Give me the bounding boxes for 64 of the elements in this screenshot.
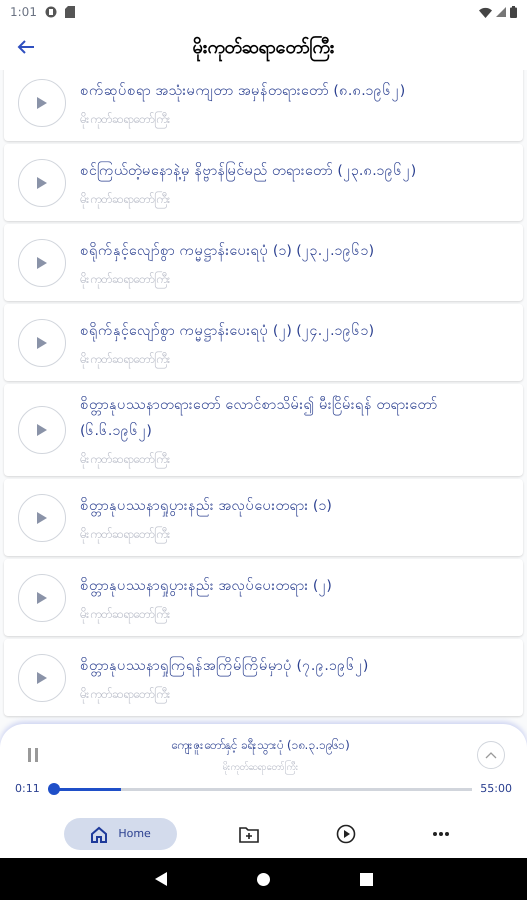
track-card[interactable]: စင်ကြယ်တဲ့မနောနဲ့မှ နိဗ္ဗာန်မြင်မည် တရားတော် (၂၃.၈.၁၉၆၂) မိုးကုတ်ဆရာတော်ကြီး — [4, 144, 523, 221]
track-speaker: မိုးကုတ်ဆရာတော်ကြီး — [80, 190, 416, 208]
track-speaker: မိုးကုတ်ဆရာတော်ကြီး — [80, 450, 513, 468]
track-speaker: မိုးကုတ်ဆရာတော်ကြီး — [80, 524, 332, 542]
play-button[interactable] — [18, 238, 66, 286]
track-title: စင်ကြယ်တဲ့မနောနဲ့မှ နိဗ္ဗာန်မြင်မည် တရားတော် (၂၃.၈.၁၉၆၂) — [80, 158, 416, 184]
sd-card-icon — [64, 6, 75, 18]
track-card[interactable]: စိတ္တာနုပဿနာတရားတော် လောင်စာသိမ်း၍ မီးငြိမ်းရန် တရားတော် (၆.၆.၁၉၆၂) မိုးကုတ်ဆရာတော်ကြီး — [4, 384, 523, 476]
play-button[interactable] — [18, 494, 66, 542]
system-home-icon[interactable] — [256, 872, 270, 886]
signal-icon — [496, 7, 506, 17]
seek-thumb[interactable] — [48, 783, 60, 795]
now-playing-title: ကျေးဇူးတော်နှင့် ခရီးသွားပုံ (၁၈.၃.၁၉၆၁) — [171, 736, 350, 754]
track-card[interactable]: စရိုက်နှင့်လျော်စွာ ကမ္မဋ္ဌာန်းပေးရပုံ (၁) (၂၃.၂.၁၉၆၁) မိုးကုတ်ဆရာတော်ကြီး — [4, 224, 523, 301]
track-title: စရိုက်နှင့်လျော်စွာ ကမ္မဋ္ဌာန်းပေးရပုံ (၁) (၂၃.၂.၁၉၆၁) — [80, 238, 374, 264]
track-title: စက်ဆုပ်စရာ အသုံးမကျတာ အမှန်တရားတော် (၈.၈.၁၉၆၂) — [80, 78, 406, 104]
track-speaker: မိုးကုတ်ဆရာတော်ကြီး — [80, 350, 374, 368]
nav-tab[interactable]: Home — [64, 818, 177, 850]
back-arrow-icon — [17, 39, 35, 55]
folder-plus-icon — [239, 826, 260, 842]
home-icon — [90, 826, 108, 842]
track-title: စိတ္တာနုပဿနာတရားတော် လောင်စာသိမ်း၍ မီးငြိမ်းရန် တရားတော် (၆.၆.၁၉၆၂) — [80, 392, 513, 444]
track-card[interactable]: စိတ္တာနုပဿနာရှုကြရန်အကြိမ်ကြိမ်မှာပုံ (၇.၉.၁၉၆၂) မိုးကုတ်ဆရာတော်ကြီး — [4, 639, 523, 716]
track-title: စိတ္တာနုပဿနာရှုပွားနည်း အလုပ်ပေးတရား (၂) — [80, 572, 332, 598]
play-icon — [37, 512, 47, 524]
play-button[interactable] — [18, 78, 66, 126]
track-card[interactable]: စိတ္တာနုပဿနာရှုပွားနည်း အလုပ်ပေးတရား (၁) မိုးကုတ်ဆရာတော်ကြီး — [4, 479, 523, 556]
track-speaker: မိုးကုတ်ဆရာတော်ကြီး — [80, 270, 374, 288]
status-time: 1:01 — [10, 4, 37, 21]
play-icon — [37, 256, 47, 268]
track-card[interactable]: စရိုက်နှင့်လျော်စွာ ကမ္မဋ္ဌာန်းပေးရပုံ (၂) (၂၄.၂.၁၉၆၁) မိုးကုတ်ဆရာတော်ကြီး — [4, 304, 523, 381]
total-duration: 55:00 — [480, 780, 512, 797]
track-title: စရိုက်နှင့်လျော်စွာ ကမ္မဋ္ဌာန်းပေးရပုံ (၂) (၂၄.၂.၁၉၆၁) — [80, 318, 374, 344]
wifi-icon — [479, 6, 492, 18]
play-button[interactable] — [18, 406, 66, 454]
system-recents-icon[interactable] — [360, 872, 372, 886]
screen-title: မိုးကုတ်ဆရာတော်ကြီး — [192, 34, 334, 60]
play-button[interactable] — [18, 654, 66, 702]
system-back-icon[interactable] — [154, 872, 166, 886]
play-icon — [37, 672, 47, 684]
play-icon — [37, 176, 47, 188]
pause-icon — [27, 748, 39, 762]
play-icon — [37, 592, 47, 604]
more-icon — [432, 832, 449, 836]
notification-icon — [44, 6, 57, 18]
track-title: စိတ္တာနုပဿနာရှုကြရန်အကြိမ်ကြိမ်မှာပုံ (၇.၉.၁၉၆၂) — [80, 652, 368, 678]
track-speaker: မိုးကုတ်ဆရာတော်ကြီး — [80, 110, 406, 128]
battery-icon — [510, 6, 517, 18]
track-card[interactable]: စိတ္တာနုပဿနာရှုပွားနည်း အလုပ်ပေးတရား (၂) မိုးကုတ်ဆရာတော်ကြီး — [4, 559, 523, 636]
chevron-up-icon — [485, 752, 497, 758]
play-icon — [37, 424, 47, 436]
track-title: စိတ္တာနုပဿနာရှုပွားနည်း အလုပ်ပေးတရား (၁) — [80, 492, 332, 518]
play-button[interactable] — [18, 318, 66, 366]
seek-bar[interactable] — [48, 783, 472, 795]
track-speaker: မိုးကုတ်ဆရာတော်ကြီး — [80, 684, 368, 702]
track-card[interactable]: စက်ဆုပ်စရာ အသုံးမကျတာ အမှန်တရားတော် (၈.၈.၁၉၆၂) မိုးကုတ်ဆရာတော်ကြီး — [4, 70, 523, 141]
track-speaker: မိုးကုတ်ဆရာတော်ကြီး — [80, 604, 332, 622]
play-button[interactable] — [18, 158, 66, 206]
play-icon — [37, 96, 47, 108]
play-icon — [37, 336, 47, 348]
now-playing-speaker: မိုးကုတ်ဆရာတော်ကြီး — [222, 760, 298, 774]
play-button[interactable] — [18, 574, 66, 622]
elapsed-time: 0:11 — [15, 780, 40, 797]
play-circle-icon — [336, 824, 356, 844]
